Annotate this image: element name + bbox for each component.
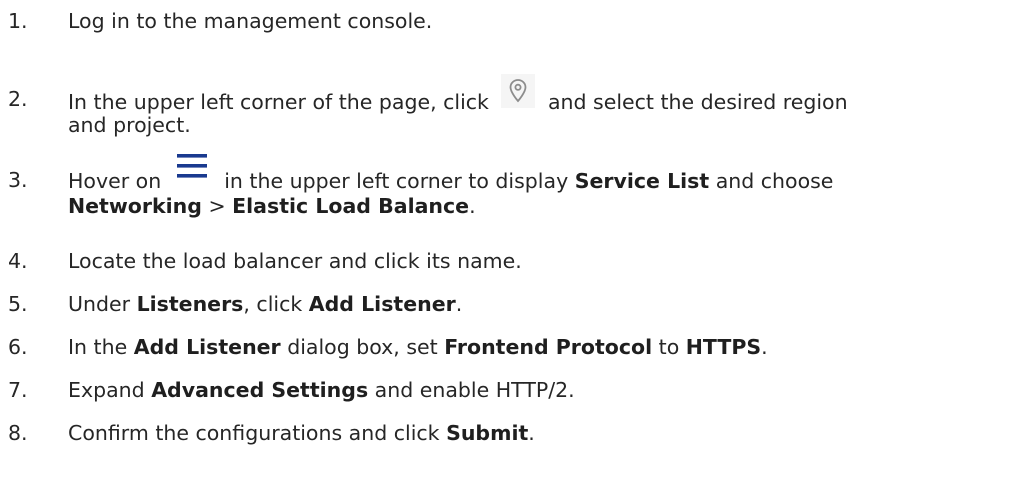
step-body: Log in to the management console. (68, 8, 1018, 34)
step-text: and select the desired region (541, 90, 848, 114)
step-number: 8. (8, 421, 28, 445)
step-text: Hover on (68, 169, 168, 193)
step-number: 6. (8, 335, 28, 359)
location-pin-icon (501, 74, 536, 108)
step-number: 7. (8, 378, 28, 402)
step-text: to (652, 335, 686, 359)
step-text: , click (243, 292, 309, 316)
step-body: Expand Advanced Settings and enable HTTP… (68, 377, 1018, 403)
ui-term: Elastic Load Balance (232, 194, 470, 218)
step-text: Confirm the configurations and click (68, 421, 447, 445)
step-text: and enable HTTP/2. (368, 378, 575, 402)
step-body-continued: Networking > Elastic Load Balance. (68, 193, 1018, 219)
ui-term: Frontend Protocol (444, 335, 653, 359)
step-number: 2. (8, 87, 28, 111)
step-body: In the Add Listener dialog box, set Fron… (68, 334, 1018, 360)
step-number: 5. (8, 292, 28, 316)
step-number: 4. (8, 249, 28, 273)
step-text: > (201, 194, 233, 218)
ui-term: Networking (68, 194, 202, 218)
step-text: and project. (68, 113, 191, 137)
step-text: dialog box, set (280, 335, 445, 359)
ui-term: Add Listener (308, 292, 456, 316)
step-text: Under (68, 292, 137, 316)
step-text: In the upper left corner of the page, cl… (68, 90, 496, 114)
ui-term: Submit (446, 421, 529, 445)
step-text: Locate the load balancer and click its n… (68, 249, 522, 273)
step-text: . (469, 194, 476, 218)
step-number: 3. (8, 168, 28, 192)
hamburger-menu-icon (174, 151, 210, 181)
step-text: . (455, 292, 463, 316)
step-text: In the (68, 335, 134, 359)
step-body-continued: and project. (68, 112, 1018, 138)
ui-term: HTTPS (685, 335, 762, 359)
step-text: Log in to the management console. (68, 9, 433, 33)
step-body: Confirm the configurations and click Sub… (68, 420, 1018, 446)
step-text: Expand (68, 378, 152, 402)
ui-term: Advanced Settings (151, 378, 369, 402)
step-text: . (528, 421, 535, 445)
ui-term: Add Listener (133, 335, 281, 359)
step-body: Locate the load balancer and click its n… (68, 248, 1018, 274)
ui-term: Listeners (136, 292, 244, 316)
step-text: and choose (709, 169, 834, 193)
step-number: 1. (8, 9, 28, 33)
step-text: in the upper left corner to display (217, 169, 575, 193)
ui-term: Service List (574, 169, 710, 193)
step-body: Under Listeners, click Add Listener. (68, 291, 1018, 317)
step-text: . (761, 335, 768, 359)
